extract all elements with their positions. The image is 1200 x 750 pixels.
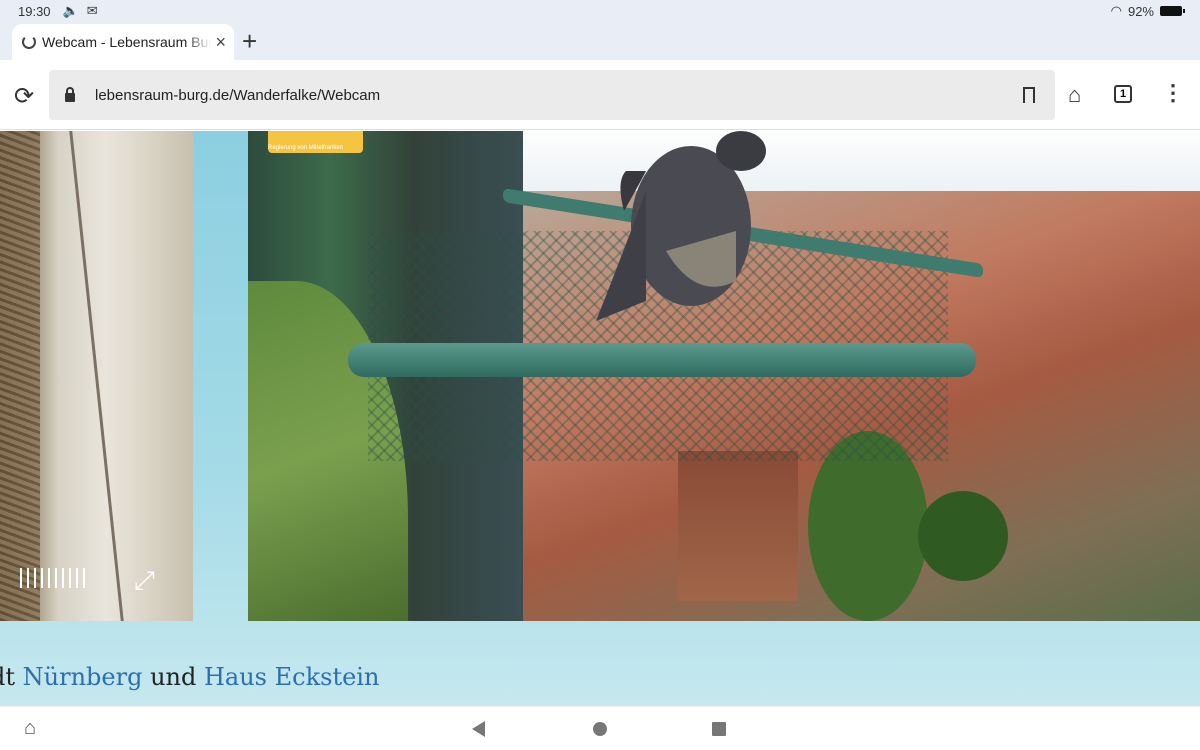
fullscreen-expand-icon[interactable]: ⤢ — [134, 565, 155, 597]
link-nuernberg[interactable]: Nürnberg — [23, 663, 143, 691]
back-button[interactable] — [472, 721, 485, 737]
mail-icon: ✉ — [86, 3, 98, 18]
webcam-main-image[interactable]: Regierung von Mittelfranken — [248, 131, 1200, 621]
status-bar: 19:30 🔈 ✉ ◠ 92% — [0, 0, 1200, 22]
browser-toolbar: ⟳ lebensraum-burg.de/Wanderfalke/Webcam … — [0, 60, 1200, 130]
webcam-nest-image[interactable]: ⤢ — [0, 131, 193, 621]
address-bar[interactable]: lebensraum-burg.de/Wanderfalke/Webcam — [49, 70, 1055, 120]
tab-title: Webcam - Lebensraum Burg — [42, 34, 212, 50]
tab-strip: Webcam - Lebensraum Burg × + — [0, 22, 1200, 60]
battery-icon — [1160, 6, 1185, 16]
caption-middle: und — [142, 663, 204, 691]
reload-icon[interactable]: ⟳ — [14, 82, 34, 111]
caption-prefix: dt — [0, 663, 16, 691]
close-tab-icon[interactable]: × — [215, 32, 226, 53]
logo-caption: Regierung von Mittelfranken — [268, 145, 344, 151]
platform-rail-front — [348, 343, 976, 377]
accessibility-home-icon[interactable]: ⌂ — [24, 717, 44, 739]
overflow-menu-icon[interactable]: ⋮ — [1162, 80, 1184, 106]
nest-floor — [0, 131, 40, 621]
tower-roof — [678, 451, 798, 601]
recents-button[interactable] — [712, 722, 726, 736]
home-icon[interactable]: ⌂ — [1068, 82, 1081, 108]
new-tab-button[interactable]: + — [242, 26, 257, 56]
loading-spinner-icon — [22, 35, 36, 49]
tab-switcher-button[interactable]: 1 — [1114, 85, 1132, 103]
system-navigation-bar: ⌂ — [0, 706, 1200, 750]
nest-ledge — [69, 131, 124, 621]
wifi-icon: ◠ — [1110, 3, 1122, 18]
page-content: ⤢ Regierung von Mittelfranken dt Nürnber… — [0, 131, 1200, 706]
volume-icon: 🔈 — [62, 3, 79, 18]
tab-webcam[interactable]: Webcam - Lebensraum Burg × — [12, 24, 234, 60]
status-time: 19:30 — [18, 3, 51, 19]
battery-level: 92% — [1127, 3, 1154, 19]
falcon-image — [596, 131, 766, 321]
page-caption: dt Nürnberg und Haus Eckstein — [0, 663, 379, 691]
home-button[interactable] — [593, 722, 607, 736]
bookmark-icon[interactable] — [1023, 87, 1035, 105]
gallery-indicator[interactable] — [20, 568, 90, 588]
tree — [918, 491, 1008, 581]
lock-icon — [65, 86, 75, 102]
url-text[interactable]: lebensraum-burg.de/Wanderfalke/Webcam — [95, 87, 1023, 104]
link-haus-eckstein[interactable]: Haus Eckstein — [204, 663, 379, 691]
